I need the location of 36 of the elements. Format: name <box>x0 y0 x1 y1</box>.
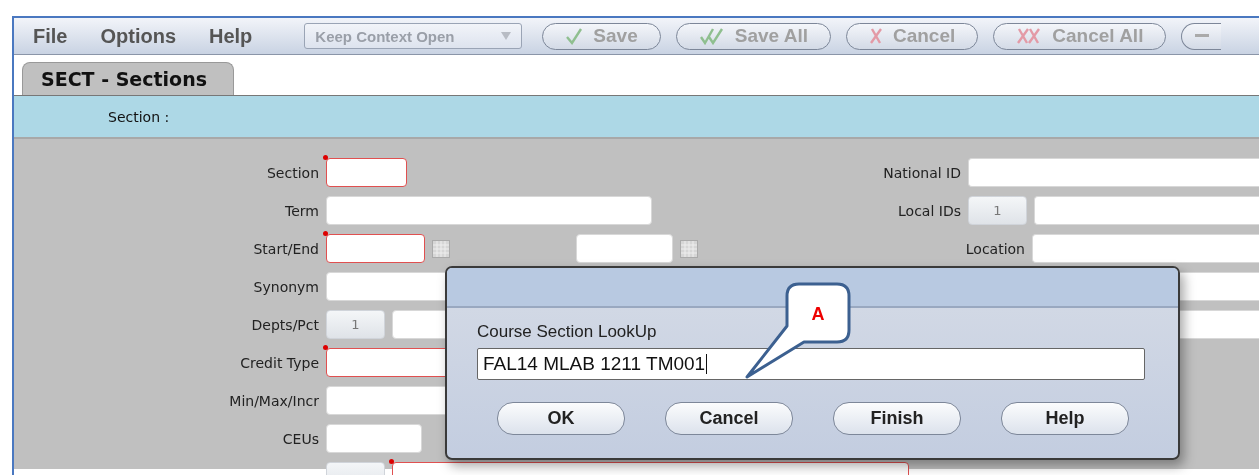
dialog-button[interactable]: Help <box>1001 402 1129 435</box>
menu-item[interactable]: Help <box>209 24 253 48</box>
dialog-button[interactable]: Cancel <box>665 402 793 435</box>
caret-icon <box>501 32 512 40</box>
field-label: Location <box>965 240 1025 257</box>
field-label: Term <box>285 202 319 219</box>
lookup-input[interactable]: FAL14 MLAB 1211 TM001 <box>477 348 1145 380</box>
dialog-button[interactable]: OK <box>497 402 625 435</box>
field-label: Depts/Pct <box>251 316 319 333</box>
field-label: Section <box>267 164 319 181</box>
calendar-icon[interactable] <box>680 239 698 258</box>
cross-icon <box>868 27 883 45</box>
check-icon <box>565 27 584 45</box>
field-label: Min/Max/Incr <box>229 392 319 409</box>
dialog-button[interactable]: Finish <box>833 402 961 435</box>
double-cross-icon <box>1016 27 1043 45</box>
menu-item[interactable]: Options <box>100 24 176 48</box>
minus-icon <box>1194 34 1209 38</box>
input-field[interactable] <box>326 234 425 263</box>
field-label: CEUs <box>282 430 319 447</box>
lookup-label: Course Section LookUp <box>477 322 658 343</box>
field-label: Synonym <box>253 278 319 295</box>
menu-item[interactable]: File <box>33 24 68 48</box>
callout-letter: A <box>811 304 825 324</box>
calendar-icon[interactable] <box>432 239 450 258</box>
header-label: Section : <box>108 108 170 125</box>
input-field[interactable] <box>326 158 407 187</box>
counter-field[interactable]: 1 <box>968 196 1027 225</box>
double-check-icon <box>698 27 725 45</box>
tab[interactable]: SECT - Sections <box>22 62 234 95</box>
counter-field[interactable]: 1 <box>326 310 385 339</box>
field-label: Credit Type <box>240 354 319 371</box>
minimize-button[interactable] <box>1181 22 1222 50</box>
field-label: National ID <box>883 164 961 181</box>
field-label: Local IDs <box>898 202 961 219</box>
field-label: Start/End <box>253 240 319 257</box>
